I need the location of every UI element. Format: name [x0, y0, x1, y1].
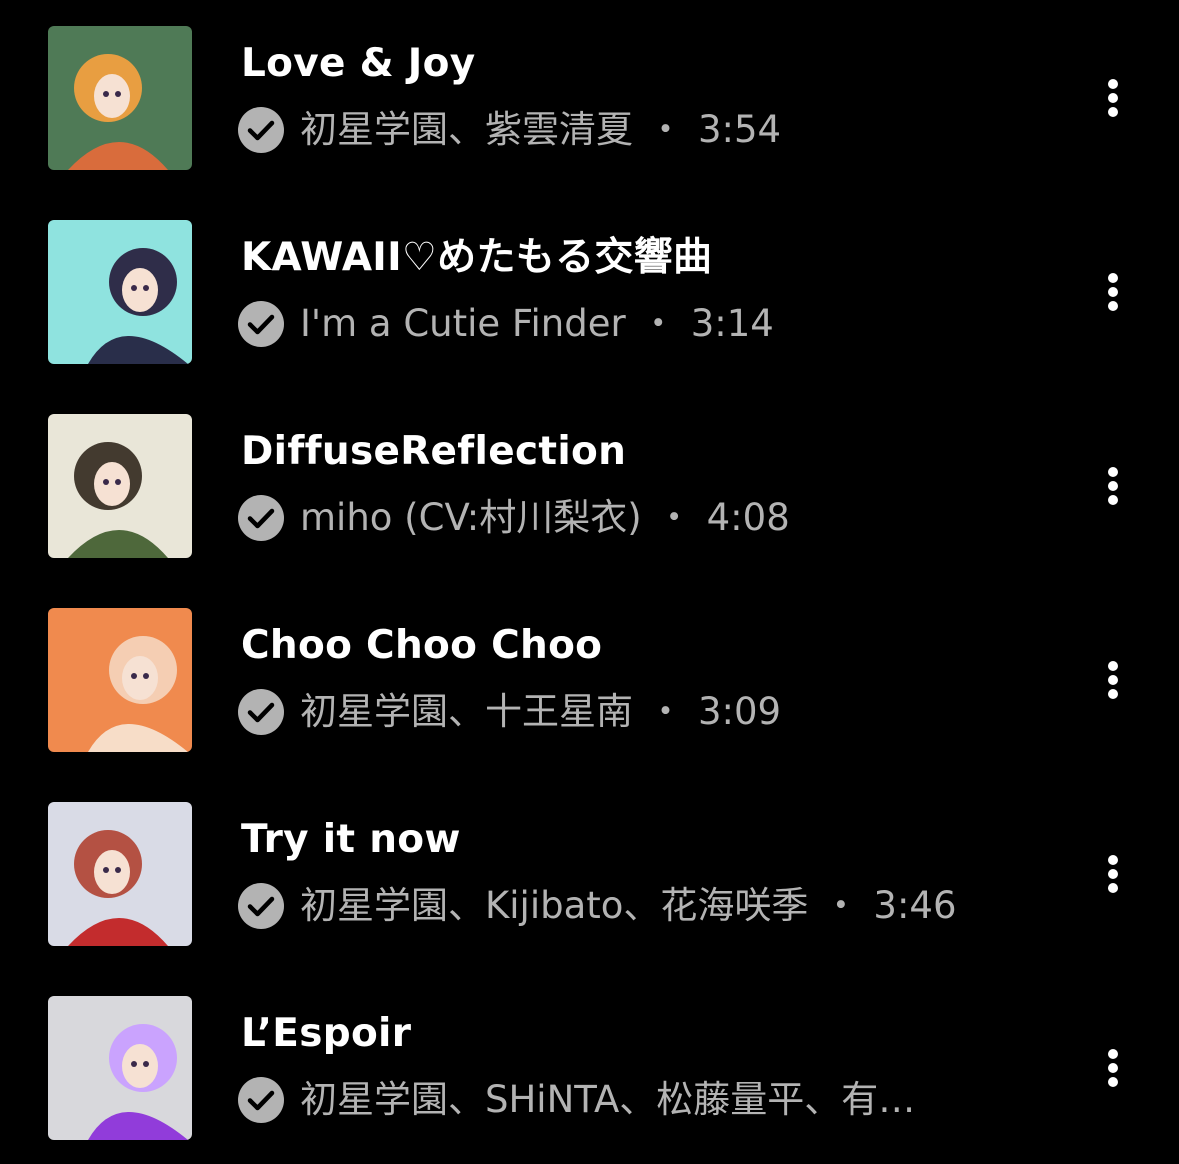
more-options-button[interactable] [1092, 844, 1134, 904]
track-title: DiffuseReflection [241, 429, 627, 474]
more-vertical-icon [1108, 661, 1118, 699]
more-options-button[interactable] [1092, 262, 1134, 322]
track-duration: 3:09 [698, 690, 782, 733]
track-subtitle: I'm a Cutie Finder ・ 3:14 [238, 300, 774, 348]
track-artist: miho (CV:村川梨衣) [300, 496, 642, 539]
separator-dot: ・ [647, 690, 684, 733]
track-subtitle: 初星学園、紫雲清夏 ・ 3:54 [238, 106, 781, 154]
more-options-button[interactable] [1092, 650, 1134, 710]
track-row-1[interactable]: Love & Joy 初星学園、紫雲清夏 ・ 3:54 [0, 0, 1179, 194]
separator-dot: ・ [822, 884, 860, 927]
album-art [48, 26, 192, 170]
album-art [48, 414, 192, 558]
more-vertical-icon [1108, 79, 1118, 117]
album-art-graphic [48, 220, 192, 364]
track-subtitle: 初星学園、Kijibato、花海咲季 ・ 3:46 [238, 882, 957, 930]
track-duration: 3:46 [873, 884, 957, 927]
track-artist: 初星学園、紫雲清夏 [300, 108, 633, 151]
track-row-2[interactable]: KAWAII♡めたもる交響曲 I'm a Cutie Finder ・ 3:14 [0, 194, 1179, 388]
more-options-button[interactable] [1092, 456, 1134, 516]
track-row-4[interactable]: Choo Choo Choo 初星学園、十王星南 ・ 3:09 [0, 582, 1179, 776]
more-vertical-icon [1108, 467, 1118, 505]
track-row-3[interactable]: DiffuseReflection miho (CV:村川梨衣) ・ 4:08 [0, 388, 1179, 582]
album-art [48, 608, 192, 752]
track-title: L’Espoir [241, 1011, 412, 1056]
more-options-button[interactable] [1092, 68, 1134, 128]
track-artist: 初星学園、SHiNTA、松藤量平、有… [300, 1078, 916, 1121]
track-title: Choo Choo Choo [241, 623, 603, 668]
track-duration: 4:08 [706, 496, 790, 539]
album-art-graphic [48, 802, 192, 946]
downloaded-check-icon [238, 883, 284, 929]
downloaded-check-icon [238, 301, 284, 347]
more-vertical-icon [1108, 1049, 1118, 1087]
downloaded-check-icon [238, 689, 284, 735]
track-subtitle: 初星学園、SHiNTA、松藤量平、有… [238, 1076, 915, 1124]
album-art [48, 220, 192, 364]
track-artist: 初星学園、十王星南 [300, 690, 633, 733]
album-art [48, 802, 192, 946]
album-art-graphic [48, 26, 192, 170]
separator-dot: ・ [655, 496, 693, 539]
album-art-graphic [48, 996, 192, 1140]
track-duration: 3:54 [698, 108, 782, 151]
track-list: Love & Joy 初星学園、紫雲清夏 ・ 3:54 KAWAII♡めたもる交… [0, 0, 1179, 1152]
separator-dot: ・ [639, 302, 677, 345]
album-art-graphic [48, 414, 192, 558]
track-row-5[interactable]: Try it now 初星学園、Kijibato、花海咲季 ・ 3:46 [0, 776, 1179, 970]
track-artist: 初星学園、Kijibato、花海咲季 [300, 884, 809, 927]
downloaded-check-icon [238, 107, 284, 153]
more-vertical-icon [1108, 273, 1118, 311]
track-title: Try it now [241, 817, 461, 862]
track-row-6[interactable]: L’Espoir 初星学園、SHiNTA、松藤量平、有… [0, 970, 1179, 1164]
downloaded-check-icon [238, 1077, 284, 1123]
track-artist: I'm a Cutie Finder [300, 302, 626, 345]
more-options-button[interactable] [1092, 1038, 1134, 1098]
track-title: Love & Joy [241, 41, 476, 86]
track-subtitle: miho (CV:村川梨衣) ・ 4:08 [238, 494, 790, 542]
more-vertical-icon [1108, 855, 1118, 893]
track-duration: 3:14 [690, 302, 774, 345]
track-subtitle: 初星学園、十王星南 ・ 3:09 [238, 688, 781, 736]
album-art [48, 996, 192, 1140]
track-title: KAWAII♡めたもる交響曲 [241, 235, 713, 280]
separator-dot: ・ [647, 108, 684, 151]
album-art-graphic [48, 608, 192, 752]
downloaded-check-icon [238, 495, 284, 541]
